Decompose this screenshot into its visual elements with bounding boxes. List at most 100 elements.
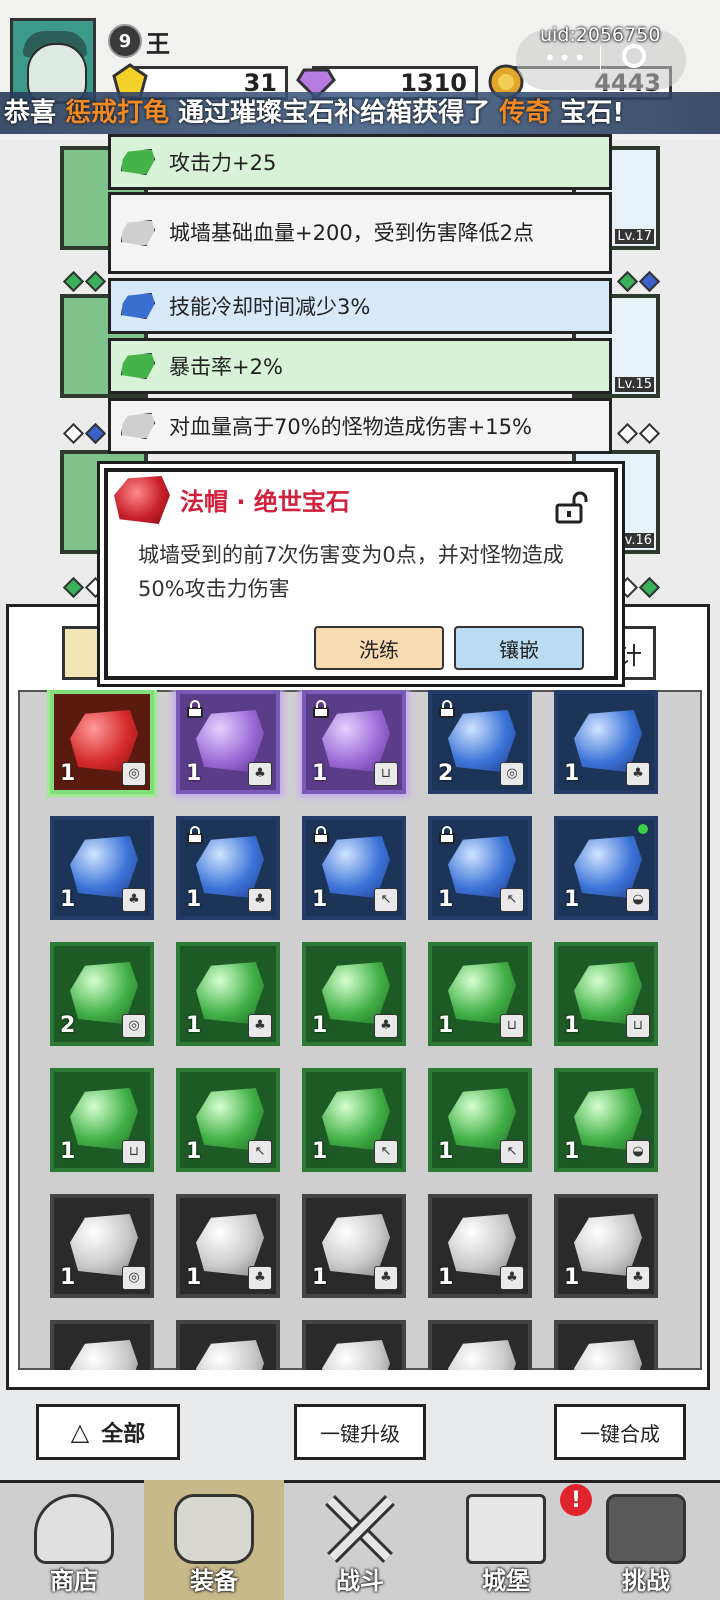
blue-gem-slot[interactable]: 1 ↖	[302, 816, 406, 920]
stat-text: 城墙基础血量+200，受到伤害降低2点	[169, 221, 535, 245]
white-gem-slot[interactable]	[50, 1320, 154, 1370]
gem-count: 1	[186, 887, 202, 912]
blue-gem-icon	[121, 293, 155, 319]
banner-text: 通过璀璨宝石补给箱获得了	[169, 98, 500, 128]
equip-type-icon: ♣	[374, 1266, 398, 1290]
equip-type-icon: ⊔	[374, 762, 398, 786]
refine-button[interactable]: 洗练	[314, 626, 444, 670]
stat-row-attack: 攻击力+25	[108, 134, 612, 190]
white-gem-slot[interactable]	[428, 1320, 532, 1370]
equip-type-icon: ♣	[500, 1266, 524, 1290]
red-gem-icon	[114, 476, 170, 524]
announcement-banner: 恭喜 惩戒打龟 通过璀璨宝石补给箱获得了 传奇 宝石!	[0, 92, 720, 134]
equip-type-icon: ♣	[248, 888, 272, 912]
green-gem-slot[interactable]: 1 ◒	[554, 1068, 658, 1172]
castle-icon	[466, 1494, 546, 1564]
upgrade-all-button[interactable]: 一键升级	[294, 1404, 426, 1460]
banner-player-name: 惩戒打龟	[65, 98, 170, 128]
filter-label: 全部	[101, 1422, 146, 1447]
blue-gem-slot[interactable]: 1 ♣	[50, 816, 154, 920]
gem-count: 1	[312, 1265, 328, 1290]
white-gem-icon	[121, 413, 155, 439]
stat-row-damage-bonus: 对血量高于70%的怪物造成伤害+15%	[108, 398, 612, 454]
equip-level: Lv.15	[615, 377, 654, 392]
blue-gem-slot[interactable]: 1 ↖	[428, 816, 532, 920]
notification-badge: !	[560, 1484, 592, 1516]
gem-count: 1	[312, 761, 328, 786]
equip-type-icon: ◎	[122, 1014, 146, 1038]
banner-text: 恭喜	[4, 98, 66, 128]
nav-shop[interactable]: 商店	[4, 1480, 144, 1600]
white-gem-slot[interactable]: 1 ♣	[428, 1194, 532, 1298]
lock-icon	[312, 826, 330, 844]
gem-count: 1	[312, 1013, 328, 1038]
backpack-icon	[174, 1494, 254, 1564]
nav-castle[interactable]: 城堡	[436, 1480, 576, 1600]
equip-type-icon: ♣	[374, 1014, 398, 1038]
equip-type-icon: ◎	[122, 762, 146, 786]
gem-count: 1	[564, 1265, 580, 1290]
gem-count: 1	[60, 1139, 76, 1164]
equip-type-icon: ◒	[626, 1140, 650, 1164]
white-gem-slot[interactable]	[554, 1320, 658, 1370]
white-gem-slot[interactable]: 1 ♣	[302, 1194, 406, 1298]
equip-type-icon: ♣	[122, 888, 146, 912]
lock-icon	[438, 826, 456, 844]
player-name: 王	[146, 30, 170, 58]
white-gem-slot[interactable]	[176, 1320, 280, 1370]
equip-type-icon: ◒	[626, 888, 650, 912]
lock-icon	[186, 826, 204, 844]
white-gem-icon	[448, 1340, 516, 1370]
green-gem-slot[interactable]: 1 ↖	[302, 1068, 406, 1172]
equip-type-icon: ♣	[248, 762, 272, 786]
white-gem-slot[interactable]: 1 ◎	[50, 1194, 154, 1298]
white-gem-slot[interactable]	[302, 1320, 406, 1370]
nav-battle[interactable]: 战斗	[290, 1480, 430, 1600]
purple-gem-slot[interactable]: 1 ⊔	[302, 690, 406, 794]
red-gem-slot[interactable]: 1 ◎	[50, 690, 154, 794]
blue-gem-slot[interactable]: 2 ◎	[428, 690, 532, 794]
banner-rarity: 传奇	[499, 98, 552, 128]
stat-text: 对血量高于70%的怪物造成伤害+15%	[169, 415, 532, 439]
purple-gem-slot[interactable]: 1 ♣	[176, 690, 280, 794]
green-gem-slot[interactable]: 1 ♣	[302, 942, 406, 1046]
stat-row-wall-hp: 城墙基础血量+200，受到伤害降低2点	[108, 192, 612, 274]
equip-type-icon: ⊔	[122, 1140, 146, 1164]
gem-description: 城墙受到的前7次伤害变为0点，并对怪物造成50%攻击力伤害	[138, 543, 564, 601]
equip-type-icon: ♣	[248, 1266, 272, 1290]
nav-label: 城堡	[482, 1567, 530, 1595]
green-gem-slot[interactable]: 2 ◎	[50, 942, 154, 1046]
nav-equip[interactable]: 装备	[144, 1480, 284, 1600]
green-gem-slot[interactable]: 1 ↖	[176, 1068, 280, 1172]
equip-type-icon: ◎	[122, 1266, 146, 1290]
blue-gem-slot[interactable]: 1 ♣	[176, 816, 280, 920]
lock-icon	[186, 700, 204, 718]
close-miniprogram-icon[interactable]	[622, 44, 646, 68]
player-level-badge: 9	[108, 24, 142, 58]
merge-all-button[interactable]: 一键合成	[554, 1404, 686, 1460]
blue-gem-slot[interactable]: 1 ♣	[554, 690, 658, 794]
green-gem-slot[interactable]: 1 ⊔	[428, 942, 532, 1046]
green-gem-slot[interactable]: 1 ⊔	[50, 1068, 154, 1172]
green-gem-slot[interactable]: 1 ↖	[428, 1068, 532, 1172]
gem-count: 1	[312, 887, 328, 912]
green-gem-slot[interactable]: 1 ⊔	[554, 942, 658, 1046]
unlock-icon[interactable]	[554, 490, 588, 524]
gem-count: 2	[60, 1013, 76, 1038]
equip-type-icon: ↖	[374, 888, 398, 912]
locked-gate-icon	[606, 1494, 686, 1564]
white-gem-icon	[70, 1340, 138, 1370]
inlay-button[interactable]: 镶嵌	[454, 626, 584, 670]
gem-count: 1	[186, 1139, 202, 1164]
white-gem-slot[interactable]: 1 ♣	[554, 1194, 658, 1298]
blue-gem-slot[interactable]: 1 ◒	[554, 816, 658, 920]
gem-count: 1	[186, 1265, 202, 1290]
user-id: uid:2056750	[540, 24, 661, 46]
green-gem-slot[interactable]: 1 ♣	[176, 942, 280, 1046]
equip-type-icon: ↖	[500, 888, 524, 912]
white-gem-slot[interactable]: 1 ♣	[176, 1194, 280, 1298]
more-options-icon[interactable]: •••	[544, 46, 588, 70]
nav-challenge[interactable]: 挑战	[576, 1480, 716, 1600]
filter-all-button[interactable]: △ 全部	[36, 1404, 180, 1460]
gem-title: 法帽 · 绝世宝石	[180, 488, 350, 516]
